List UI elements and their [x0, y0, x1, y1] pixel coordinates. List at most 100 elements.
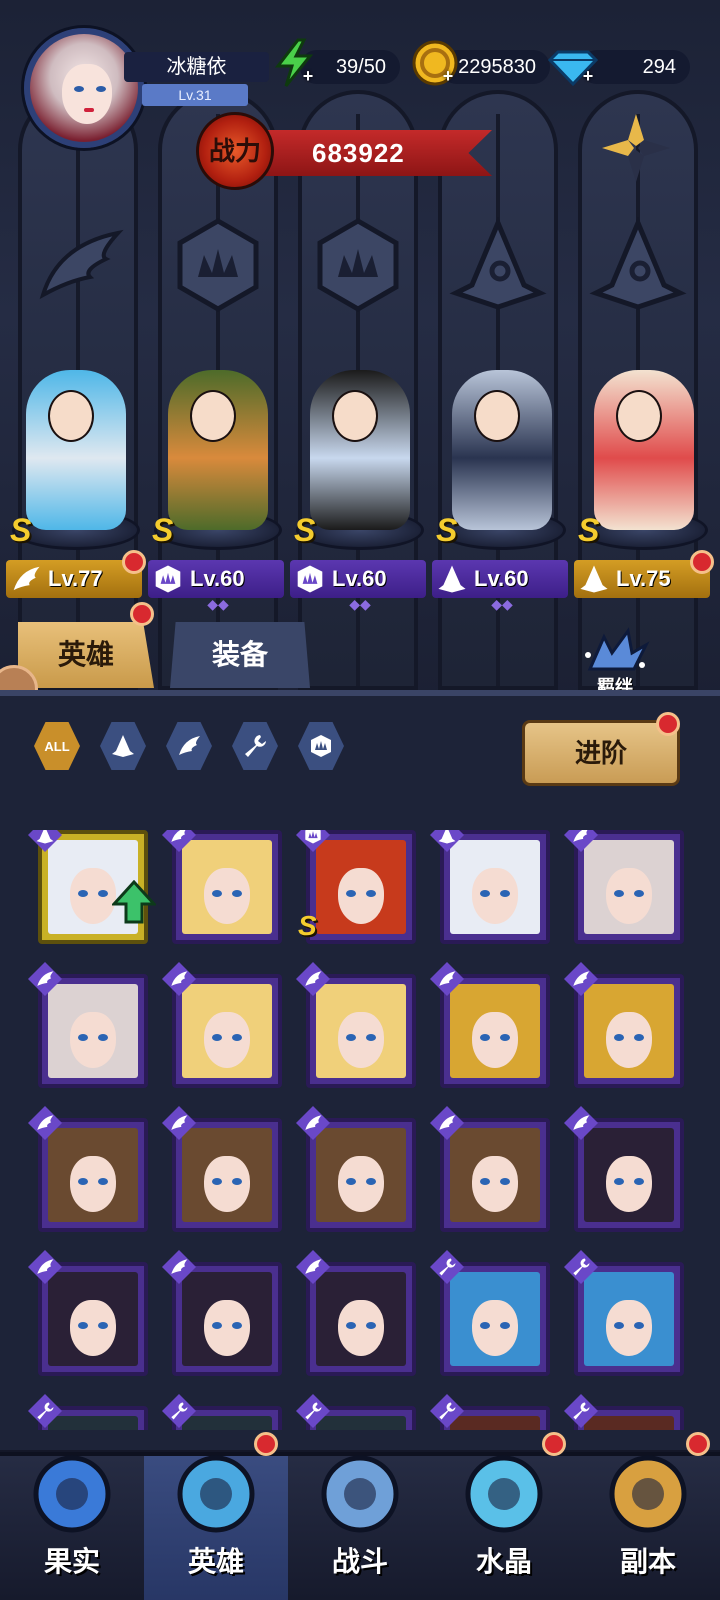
hero-eye [634, 890, 644, 897]
hero-card[interactable] [162, 962, 282, 1088]
upgrade-arrow-icon [110, 879, 158, 924]
star-diamond-icon: ◆◆ [491, 596, 513, 612]
add-stamina-icon[interactable]: + [300, 67, 316, 85]
hero-level: Lv.77 [48, 566, 103, 591]
wing-icon [179, 736, 200, 755]
hero-portrait [584, 1416, 674, 1430]
nav-red-dot [254, 1432, 278, 1456]
add-gold-icon[interactable]: + [440, 67, 456, 85]
hero-portrait [450, 1128, 540, 1222]
advance-button[interactable]: 进阶 [522, 720, 680, 786]
hero-face [338, 868, 384, 924]
hero-eye [366, 1322, 376, 1329]
hero-card[interactable] [28, 1394, 148, 1430]
hero-card[interactable] [564, 962, 684, 1088]
hero-card[interactable] [430, 1394, 550, 1430]
power-value: 683922 [256, 130, 492, 176]
lineup-hero-slot[interactable]: S Lv.60 ◆◆ [290, 360, 430, 612]
menu-flower-icon[interactable] [598, 110, 674, 186]
hero-eye [500, 1322, 510, 1329]
stamina-value: 39/50 [335, 56, 386, 78]
hero-eye [346, 1034, 356, 1041]
filter-all-button[interactable]: ALL [34, 722, 80, 770]
hero-head [48, 390, 94, 442]
hero-eye [346, 1178, 356, 1185]
hero-card[interactable] [28, 1106, 148, 1232]
hero-eye [366, 890, 376, 897]
hero-level-tag: Lv.60 [290, 560, 426, 598]
hero-portrait [450, 840, 540, 934]
diamond-icon[interactable]: + [547, 38, 599, 88]
hero-eye [500, 1034, 510, 1041]
claw-icon [294, 563, 326, 595]
filter-wrench-button[interactable] [232, 722, 278, 770]
nav-item-0[interactable]: 果实 [0, 1455, 144, 1600]
hero-eye [232, 1178, 242, 1185]
lineup-hero-slot[interactable]: S Lv.77 [6, 360, 146, 600]
hero-face [204, 1156, 250, 1212]
filter-wing-button[interactable] [166, 722, 212, 770]
lineup-hero-slot[interactable]: S Lv.75 [574, 360, 714, 600]
tab-equipment[interactable]: 装备 [170, 622, 310, 688]
hero-card[interactable] [28, 830, 158, 944]
hero-card[interactable] [28, 962, 148, 1088]
lineup-hero-slot[interactable]: S Lv.60 ◆◆ [432, 360, 572, 612]
hero-card[interactable] [162, 1106, 282, 1232]
hero-card[interactable] [296, 1250, 416, 1376]
hero-face [606, 1300, 652, 1356]
avatar-face [62, 64, 112, 124]
hero-face [338, 1012, 384, 1068]
hero-card[interactable] [296, 1106, 416, 1232]
hero-card[interactable]: S [296, 830, 416, 944]
nav-item-3[interactable]: 水晶 [432, 1432, 576, 1600]
bond-button[interactable]: 羁绊 [570, 625, 660, 700]
hero-face [472, 1300, 518, 1356]
hero-card[interactable] [296, 1394, 416, 1430]
hero-eye [98, 890, 108, 897]
nav-label: 英雄 [187, 1546, 244, 1577]
lineup-hero-slot[interactable]: S Lv.60 ◆◆ [148, 360, 288, 612]
filter-hat-button[interactable] [100, 722, 146, 770]
hero-eye [634, 1034, 644, 1041]
hero-card[interactable] [564, 1394, 684, 1430]
hero-eye [634, 1178, 644, 1185]
hero-card[interactable] [564, 1250, 684, 1376]
hero-face [70, 1300, 116, 1356]
hero-card[interactable] [296, 962, 416, 1088]
hero-card[interactable] [430, 1250, 550, 1376]
nav-item-2[interactable]: 战斗 [288, 1455, 432, 1600]
hero-hair [450, 1416, 540, 1430]
filter-claw-button[interactable] [298, 722, 344, 770]
hero-portrait [584, 1272, 674, 1366]
hero-card[interactable] [162, 1394, 282, 1430]
hero-eye [232, 890, 242, 897]
add-gem-icon[interactable]: + [580, 67, 596, 85]
gold-coin-icon[interactable]: + [410, 38, 460, 88]
hero-eye [500, 1178, 510, 1185]
hero-card[interactable] [162, 830, 282, 944]
hero-grade: S [436, 512, 458, 548]
hero-portrait [584, 1128, 674, 1222]
hero-grade: S [152, 512, 174, 548]
lightning-icon[interactable]: + [270, 38, 320, 88]
tab-heroes[interactable]: 英雄 [18, 622, 154, 688]
player-avatar[interactable] [24, 28, 144, 148]
nav-red-dot [686, 1432, 710, 1456]
avatar-lips [84, 108, 94, 112]
hero-eye [366, 1034, 376, 1041]
hat-icon [436, 563, 468, 595]
hero-red-dot [690, 550, 714, 574]
hero-card[interactable] [430, 1106, 550, 1232]
hero-card[interactable] [162, 1250, 282, 1376]
hero-eye [480, 1034, 490, 1041]
nav-item-1[interactable]: 英雄 [144, 1432, 288, 1600]
hero-hair [182, 1416, 272, 1430]
top-bar: 冰糖依 Lv.31 39/50 + 2295830 + 294 + 683922… [0, 0, 720, 190]
hero-card[interactable] [564, 1106, 684, 1232]
hero-card[interactable] [430, 962, 550, 1088]
hero-card[interactable] [430, 830, 550, 944]
hero-card[interactable] [564, 830, 684, 944]
hero-card[interactable] [28, 1250, 148, 1376]
nav-item-4[interactable]: 副本 [576, 1432, 720, 1600]
hero-face [606, 1156, 652, 1212]
